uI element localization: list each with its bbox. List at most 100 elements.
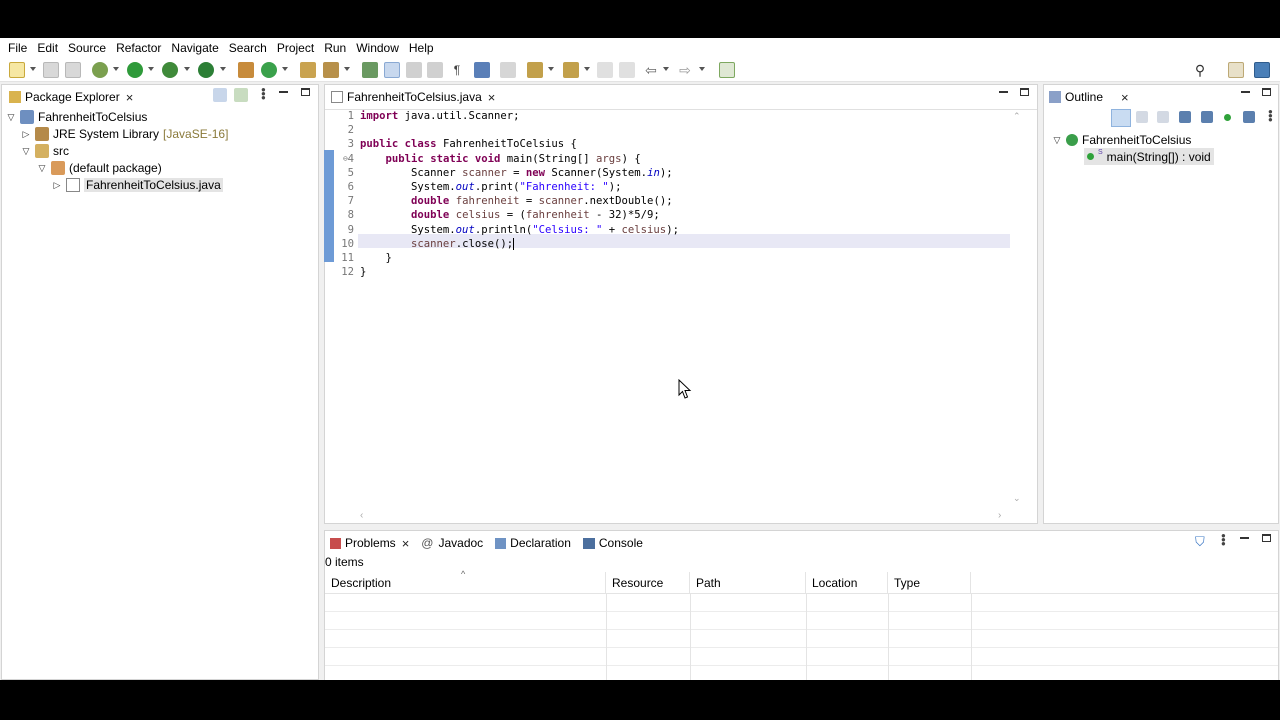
close-icon[interactable]: × (1121, 90, 1129, 105)
maximize-icon[interactable] (1020, 88, 1029, 96)
debug-dropdown-icon[interactable] (113, 67, 119, 71)
open-type-icon[interactable] (300, 62, 316, 78)
show-whitespace-icon[interactable]: ¶ (449, 62, 465, 78)
mark-occurrences-icon[interactable] (384, 62, 400, 78)
expand-chevron-icon[interactable]: ▽ (6, 112, 16, 122)
close-icon[interactable]: × (488, 90, 496, 105)
collapse-all-icon[interactable] (213, 88, 227, 102)
sort-members-icon[interactable] (1157, 111, 1169, 123)
scroll-right-icon[interactable]: › (998, 510, 1001, 521)
block-selection-icon[interactable] (406, 62, 422, 78)
minimize-icon[interactable] (999, 91, 1008, 93)
coverage-dropdown-icon[interactable] (184, 67, 190, 71)
menu-help[interactable]: Help (404, 38, 439, 58)
search-tool-icon[interactable] (323, 62, 339, 78)
forward-icon[interactable]: ⇨ (677, 62, 693, 78)
close-icon[interactable]: × (126, 90, 134, 105)
tab-problems[interactable]: Problems (345, 536, 396, 550)
scroll-left-icon[interactable]: ‹ (360, 510, 363, 521)
tree-item-java-file[interactable]: ▷ FahrenheitToCelsius.java (52, 176, 223, 193)
new-java-project-icon[interactable] (238, 62, 254, 78)
expand-chevron-icon[interactable]: ▽ (21, 146, 31, 156)
menu-refactor[interactable]: Refactor (111, 38, 166, 58)
pin-editor-icon[interactable] (719, 62, 735, 78)
tab-declaration[interactable]: Declaration (510, 536, 571, 550)
previous-annotation-icon[interactable] (563, 62, 579, 78)
minimize-icon[interactable] (279, 91, 288, 93)
column-location[interactable]: Location (806, 572, 888, 594)
scroll-down-icon[interactable]: ⌄ (1013, 493, 1021, 504)
tree-item-default-package[interactable]: ▽ (default package) (37, 159, 162, 176)
menu-window[interactable]: Window (351, 38, 404, 58)
maximize-icon[interactable] (1262, 534, 1271, 542)
next-annotation-dropdown-icon[interactable] (548, 67, 554, 71)
outline-title[interactable]: Outline (1065, 90, 1103, 104)
tree-item-src[interactable]: ▽ src (21, 142, 69, 159)
problems-table-body[interactable] (325, 594, 1278, 680)
debug-icon[interactable] (92, 62, 108, 78)
expand-chevron-icon[interactable]: ▽ (1052, 135, 1062, 145)
column-resource[interactable]: Resource (606, 572, 690, 594)
hide-fields-icon[interactable] (1179, 111, 1191, 123)
outline-item-method[interactable]: S main(String[]) : void (1084, 148, 1214, 165)
menu-run[interactable]: Run (319, 38, 351, 58)
expand-chevron-icon[interactable]: ▷ (21, 129, 31, 139)
new-dropdown-icon[interactable] (30, 67, 36, 71)
next-annotation-icon[interactable] (527, 62, 543, 78)
forward-dropdown-icon[interactable] (699, 67, 705, 71)
expand-chevron-icon[interactable]: ▽ (37, 163, 47, 173)
menu-search[interactable]: Search (224, 38, 272, 58)
menu-project[interactable]: Project (272, 38, 319, 58)
filter-icon[interactable]: ⛉ (1195, 534, 1205, 550)
previous-annotation-dropdown-icon[interactable] (584, 67, 590, 71)
column-description[interactable]: Description (325, 572, 606, 594)
coverage-icon[interactable] (162, 62, 178, 78)
view-menu-icon[interactable]: ● ● ● (1268, 108, 1273, 124)
run-dropdown-icon[interactable] (148, 67, 154, 71)
back-dropdown-icon[interactable] (663, 67, 669, 71)
maximize-icon[interactable] (301, 88, 310, 96)
link-with-editor-icon[interactable] (234, 88, 248, 102)
run-icon[interactable] (127, 62, 143, 78)
sort-icon[interactable] (1111, 109, 1131, 127)
external-tools-dropdown-icon[interactable] (220, 67, 226, 71)
back-icon[interactable]: ⇦ (643, 62, 659, 78)
save-all-icon[interactable] (65, 62, 81, 78)
external-tools-icon[interactable] (198, 62, 214, 78)
maximize-icon[interactable] (1262, 88, 1271, 96)
expand-chevron-icon[interactable]: ▷ (52, 180, 62, 190)
search-tool-dropdown-icon[interactable] (344, 67, 350, 71)
menu-navigate[interactable]: Navigate (166, 38, 223, 58)
word-wrap-icon[interactable] (427, 62, 443, 78)
outline-item-class[interactable]: ▽ FahrenheitToCelsius (1052, 131, 1192, 148)
tree-item-jre[interactable]: ▷ JRE System Library [JavaSE-16] (21, 125, 228, 142)
tab-console[interactable]: Console (599, 536, 643, 550)
close-icon[interactable]: × (402, 536, 410, 551)
hide-local-types-icon[interactable] (1243, 111, 1255, 123)
package-explorer-title[interactable]: Package Explorer (25, 90, 120, 104)
column-path[interactable]: Path (690, 572, 806, 594)
column-type[interactable]: Type (888, 572, 971, 594)
hide-non-public-icon[interactable] (1224, 114, 1231, 121)
last-edit-icon[interactable] (597, 62, 613, 78)
editor-tab-label[interactable]: FahrenheitToCelsius.java (347, 90, 482, 104)
fold-collapse-icon[interactable]: ⊖ (343, 152, 348, 166)
menu-source[interactable]: Source (63, 38, 111, 58)
hide-static-icon[interactable] (1201, 111, 1213, 123)
java-perspective-icon[interactable] (1254, 62, 1270, 78)
tab-javadoc[interactable]: Javadoc (438, 536, 483, 550)
new-class-dropdown-icon[interactable] (282, 67, 288, 71)
scroll-up-icon[interactable]: ⌃ (1013, 111, 1021, 122)
toggle-breadcrumb-icon[interactable] (362, 62, 378, 78)
console-icon[interactable] (474, 62, 490, 78)
skip-breakpoints-icon[interactable] (500, 62, 516, 78)
save-icon[interactable] (43, 62, 59, 78)
collapse-all-icon[interactable] (1136, 111, 1148, 123)
new-icon[interactable] (9, 62, 25, 78)
menu-file[interactable]: File (3, 38, 32, 58)
tree-item-project[interactable]: ▽ FahrenheitToCelsius (6, 108, 147, 125)
menu-edit[interactable]: Edit (32, 38, 63, 58)
forward-edit-icon[interactable] (619, 62, 635, 78)
minimize-icon[interactable] (1241, 91, 1250, 93)
search-icon[interactable]: ⚲ (1192, 62, 1208, 78)
